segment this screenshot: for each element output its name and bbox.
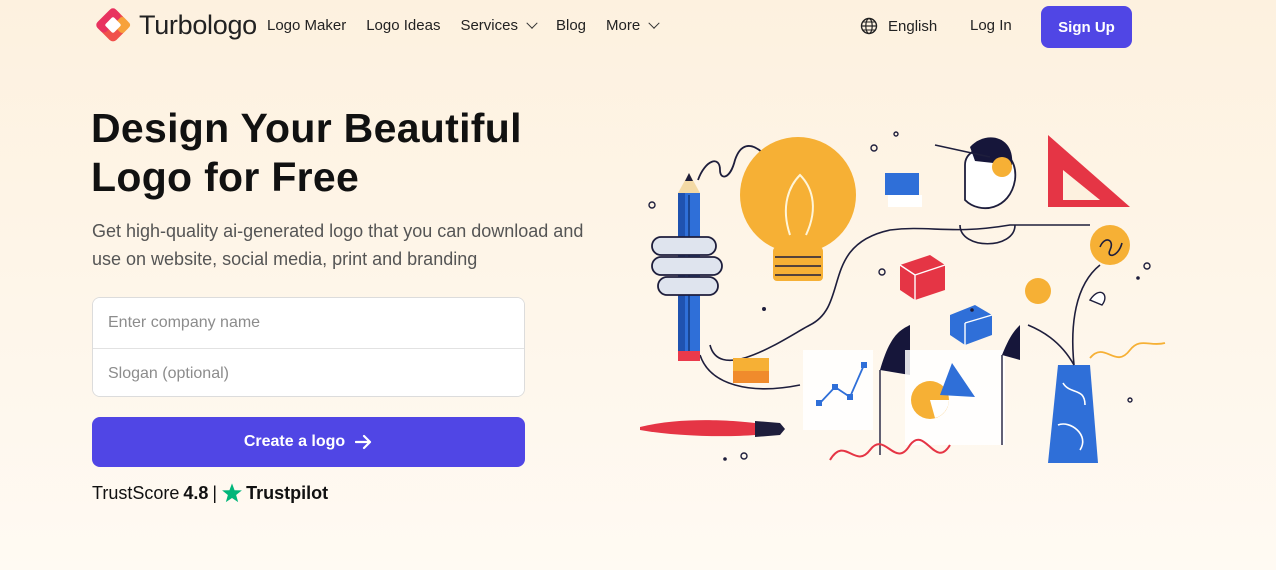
create-logo-label: Create a logo — [243, 433, 346, 450]
create-logo-button[interactable]: Create a logo — [92, 417, 525, 467]
language-label: English — [888, 17, 938, 35]
slogan-input[interactable] — [93, 349, 524, 396]
hand-icon — [651, 236, 723, 296]
trustscore[interactable]: TrustScore 4.8 | Trustpilot — [92, 482, 328, 504]
chevron-down-icon — [526, 17, 538, 29]
chevron-down-icon — [648, 17, 660, 29]
nav-blog[interactable]: Blog — [556, 17, 586, 34]
orange-note-icon — [733, 358, 769, 383]
turbologo-logo-icon — [96, 8, 131, 42]
sun-small-icon — [1025, 278, 1051, 304]
trustscore-value: 4.8 — [183, 482, 209, 503]
lightbulb-icon — [740, 137, 856, 281]
site-header: Turbologo Logo Maker Logo Ideas Services… — [0, 0, 1276, 56]
person-icon — [934, 137, 1016, 245]
flag-icon — [885, 173, 922, 207]
nav-logo-maker[interactable]: Logo Maker — [267, 17, 346, 34]
company-name-input[interactable] — [93, 298, 524, 348]
page-title: Design Your Beautiful Logo for Free — [91, 105, 522, 200]
trustscore-prefix: TrustScore — [92, 482, 180, 503]
nav-more[interactable]: More — [606, 17, 660, 34]
logo-form — [92, 297, 525, 397]
red-cube-icon — [899, 255, 946, 300]
nav-logo-ideas[interactable]: Logo Ideas — [366, 17, 440, 34]
nav-services[interactable]: Services — [460, 17, 538, 34]
trustscore-separator: | — [212, 482, 218, 503]
brand-name: Turbologo — [139, 9, 257, 40]
main-nav: Logo Maker Logo Ideas Services Blog More — [267, 17, 660, 34]
hero-illustration — [640, 131, 1166, 463]
set-square-icon — [1048, 135, 1130, 207]
trustpilot-star-icon — [222, 483, 242, 503]
hero-subtitle: Get high-quality ai-generated logo that … — [92, 221, 584, 269]
globe-icon — [860, 17, 878, 35]
language-selector[interactable]: English — [860, 17, 937, 35]
arrow-right-icon — [355, 434, 372, 450]
chart-panel-icon — [803, 325, 910, 455]
sun-icon — [1090, 225, 1130, 265]
trustpilot-brand: Trustpilot — [221, 482, 328, 504]
signup-button[interactable]: Sign Up — [1041, 6, 1132, 48]
login-link[interactable]: Log In — [970, 17, 1012, 34]
brand-logo[interactable]: Turbologo — [93, 5, 257, 45]
brush-icon — [640, 420, 785, 437]
